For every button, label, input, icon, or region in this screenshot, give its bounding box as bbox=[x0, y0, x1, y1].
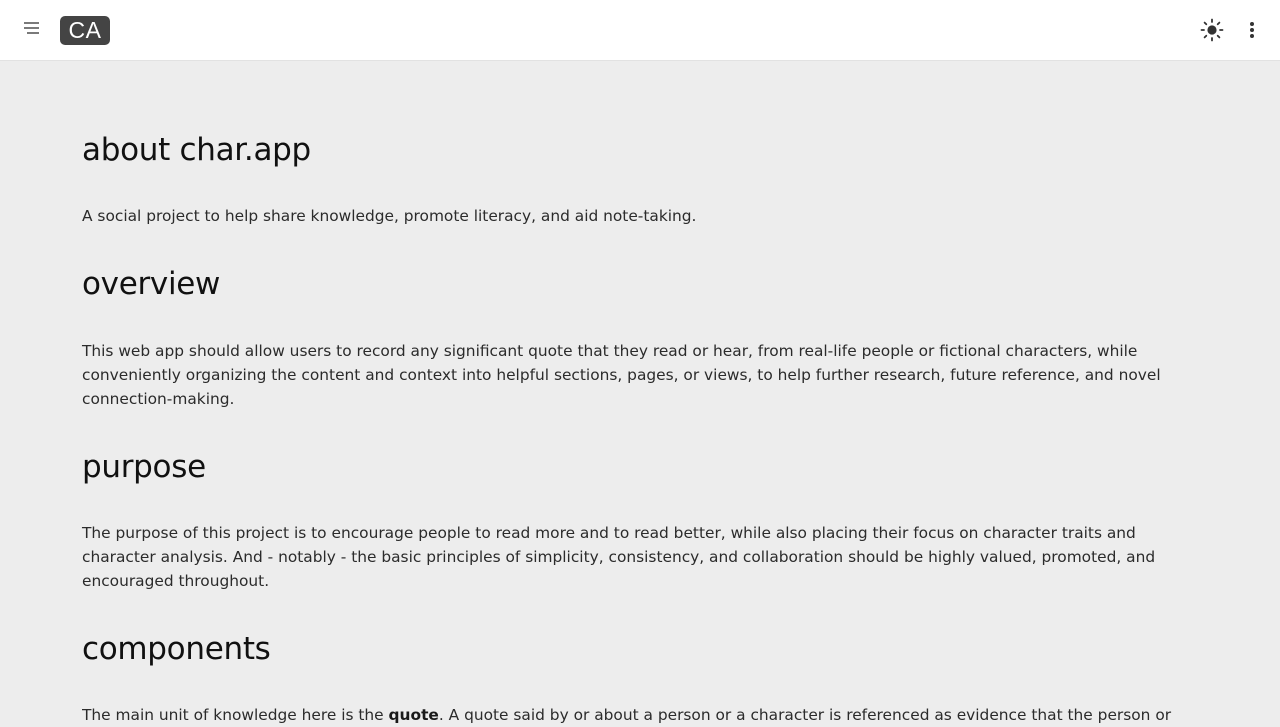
components-paragraph: The main unit of knowledge here is the q… bbox=[82, 703, 1192, 727]
components-text-before: The main unit of knowledge here is the bbox=[82, 706, 389, 724]
about-paragraph: A social project to help share knowledge… bbox=[82, 207, 697, 225]
theme-toggle-button[interactable] bbox=[1200, 18, 1224, 42]
components-heading: components bbox=[82, 631, 271, 667]
more-options-button[interactable] bbox=[1241, 18, 1263, 42]
overview-heading: overview bbox=[82, 266, 221, 302]
app-logo[interactable]: CA bbox=[60, 16, 110, 45]
vertical-dots-icon bbox=[1250, 22, 1254, 38]
overview-paragraph: This web app should allow users to recor… bbox=[82, 342, 1161, 408]
top-app-bar: CA bbox=[0, 0, 1280, 61]
components-text-after: . A quote said by or about a person or a… bbox=[438, 706, 1172, 724]
menu-button[interactable] bbox=[18, 14, 46, 42]
about-heading: about char.app bbox=[82, 132, 311, 168]
purpose-heading: purpose bbox=[82, 449, 206, 485]
sun-icon bbox=[1200, 18, 1224, 42]
hamburger-menu-icon bbox=[24, 22, 39, 34]
purpose-paragraph: The purpose of this project is to encour… bbox=[82, 524, 1156, 590]
components-bold-term: quote bbox=[388, 706, 439, 724]
